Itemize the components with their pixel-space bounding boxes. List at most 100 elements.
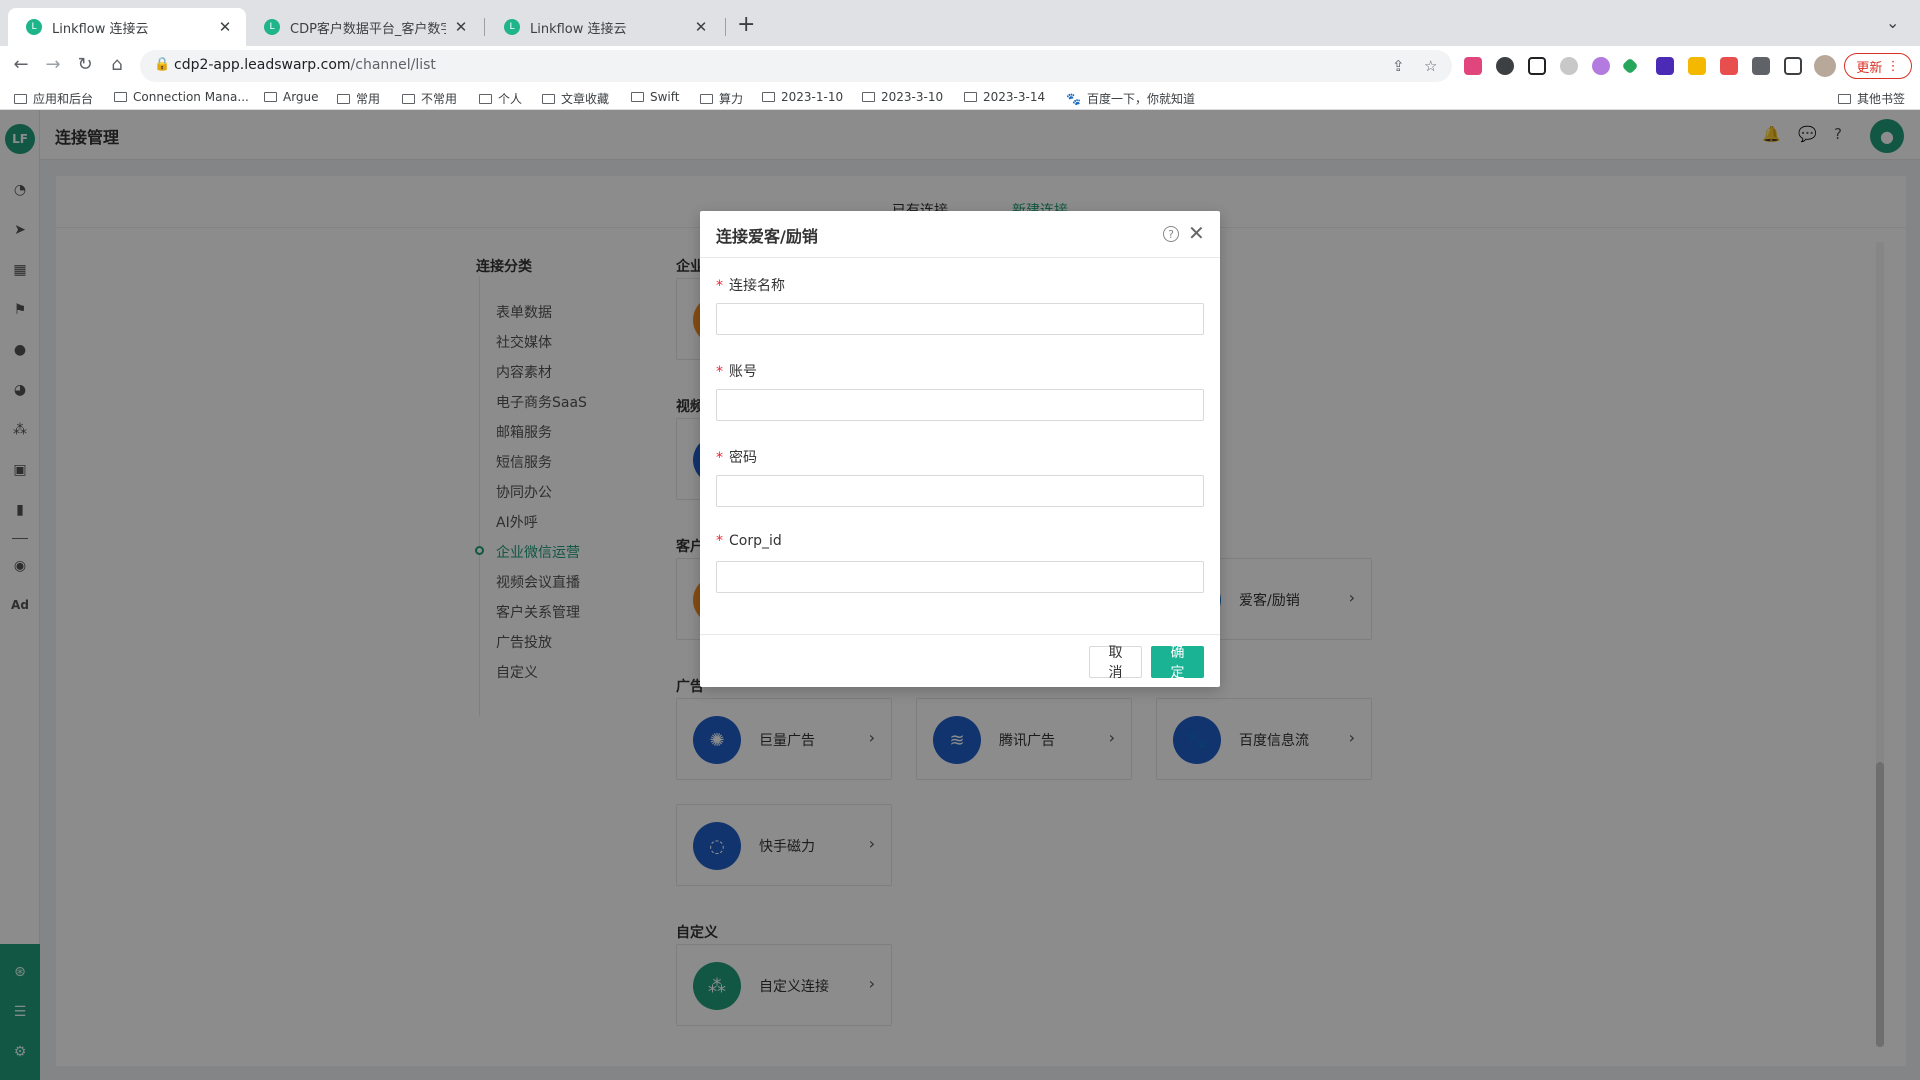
field-label-password: * 密码 <box>716 447 757 467</box>
back-arrow-icon[interactable]: ← <box>10 54 32 75</box>
cdp-favicon-icon: L <box>264 19 280 35</box>
extension-translate-icon[interactable] <box>1464 57 1482 75</box>
browser-toolbar: ← → ↻ ⌂ 🔒 cdp2-app.leadswarp.com/channel… <box>0 46 1920 86</box>
bookmark-folder[interactable]: 2023-3-14 <box>964 90 1045 104</box>
browser-tab-title: Linkflow 连接云 <box>530 21 627 37</box>
required-mark: * <box>716 450 723 466</box>
browser-tab-3[interactable]: L Linkflow 连接云 ✕ <box>486 8 722 46</box>
folder-icon <box>264 92 277 102</box>
linkflow-favicon-icon: L <box>26 19 42 35</box>
share-icon[interactable]: ⇪ <box>1392 57 1405 75</box>
folder-icon <box>337 93 350 104</box>
password-input[interactable] <box>716 475 1204 507</box>
new-tab-plus-icon[interactable]: + <box>737 12 755 37</box>
tab-separator <box>484 18 485 36</box>
reload-icon[interactable]: ↻ <box>74 54 96 75</box>
bookmarks-bar: 应用和后台 Connection Mana... Argue 常用 不常用 个人… <box>0 86 1920 110</box>
extension-spy-icon[interactable] <box>1496 57 1514 75</box>
connection-name-input[interactable] <box>716 303 1204 335</box>
extension-purple-icon[interactable] <box>1592 57 1610 75</box>
bookmark-link[interactable]: 🐾 百度一下，你就知道 <box>1066 90 1195 107</box>
browser-tab-2[interactable]: L CDP客户数据平台_客户数字化全 ✕ <box>246 8 482 46</box>
extension-yellow-icon[interactable] <box>1688 57 1706 75</box>
bookmark-folder[interactable]: 应用和后台 <box>14 90 93 107</box>
folder-icon <box>631 92 644 102</box>
bookmark-label: 不常用 <box>421 92 458 106</box>
dialog-footer: 取消 确定 <box>700 634 1220 687</box>
bookmark-star-icon[interactable]: ☆ <box>1424 57 1437 75</box>
bookmark-label: Connection Mana... <box>133 90 249 104</box>
bookmark-folder[interactable]: 文章收藏 <box>542 90 609 107</box>
browser-tab-1[interactable]: L Linkflow 连接云 ✕ <box>8 8 246 46</box>
browser-tab-title: CDP客户数据平台_客户数字化全 <box>290 21 446 37</box>
bookmark-label: 常用 <box>356 92 381 106</box>
bookmark-label: 文章收藏 <box>561 92 610 106</box>
close-icon[interactable]: ✕ <box>452 18 470 36</box>
cancel-button[interactable]: 取消 <box>1089 645 1142 681</box>
folder-icon <box>964 92 977 102</box>
extension-x-icon[interactable] <box>1528 57 1546 75</box>
bookmark-folder[interactable]: Swift <box>631 90 679 104</box>
folder-icon <box>542 93 555 104</box>
extension-wheel-icon[interactable] <box>1560 57 1578 75</box>
folder-icon <box>14 93 27 104</box>
account-input[interactable] <box>716 389 1204 421</box>
close-icon[interactable]: ✕ <box>216 18 234 36</box>
bookmark-label: 个人 <box>498 92 523 106</box>
field-label-account: * 账号 <box>716 361 757 381</box>
dialog-header: 连接爱客/励销 ? ✕ <box>700 211 1220 258</box>
bookmark-folder[interactable]: 不常用 <box>402 90 457 107</box>
bookmark-folder[interactable]: 常用 <box>337 90 380 107</box>
bookmark-folder[interactable]: 2023-3-10 <box>862 90 943 104</box>
extension-pen-icon[interactable] <box>1621 57 1639 75</box>
folder-icon <box>862 92 875 102</box>
folder-icon <box>402 93 415 104</box>
bookmark-label: 其他书签 <box>1857 92 1906 106</box>
confirm-button[interactable]: 确定 <box>1151 645 1204 681</box>
url-text: cdp2-app.leadswarp.com/channel/list <box>174 57 436 73</box>
extension-monitor-icon[interactable] <box>1720 57 1738 75</box>
browser-tabstrip: L Linkflow 连接云 ✕ L CDP客户数据平台_客户数字化全 ✕ L … <box>0 0 1920 46</box>
address-bar[interactable]: 🔒 cdp2-app.leadswarp.com/channel/list ⇪ … <box>140 50 1452 82</box>
home-icon[interactable]: ⌂ <box>106 54 128 75</box>
bookmark-folder[interactable]: Connection Mana... <box>114 90 249 104</box>
bookmark-label: 2023-3-10 <box>881 90 944 104</box>
tab-separator <box>725 18 726 36</box>
lock-icon: 🔒 <box>154 57 171 72</box>
field-label-text: 账号 <box>729 364 757 380</box>
bookmark-folder[interactable]: Argue <box>264 90 319 104</box>
other-bookmarks-folder[interactable]: 其他书签 <box>1838 90 1905 107</box>
bookmark-label: Swift <box>650 90 680 104</box>
bookmark-label: 百度一下，你就知道 <box>1086 92 1195 106</box>
field-label-text: 密码 <box>729 450 757 466</box>
extension-badge-icon[interactable] <box>1656 57 1674 75</box>
update-label: 更新 <box>1856 60 1883 76</box>
dialog-title: 连接爱客/励销 <box>716 227 818 246</box>
help-circle-icon[interactable]: ? <box>1163 226 1179 242</box>
close-icon[interactable]: ✕ <box>692 18 710 36</box>
field-label-text: 连接名称 <box>729 278 785 294</box>
side-panel-icon[interactable] <box>1784 57 1802 75</box>
field-label-connection-name: * 连接名称 <box>716 275 785 295</box>
browser-tab-title: Linkflow 连接云 <box>52 21 149 37</box>
bookmark-folder[interactable]: 个人 <box>479 90 522 107</box>
field-label-text: Corp_id <box>729 533 782 549</box>
extensions-puzzle-icon[interactable] <box>1752 57 1770 75</box>
connect-dialog: 连接爱客/励销 ? ✕ * 连接名称 * 账号 * 密码 * Corp_id 取消 确定 <box>700 211 1220 687</box>
forward-arrow-icon[interactable]: → <box>42 54 64 75</box>
required-mark: * <box>716 364 723 380</box>
corp-id-input[interactable] <box>716 561 1204 593</box>
folder-icon <box>114 92 127 102</box>
bookmark-folder[interactable]: 算力 <box>700 90 743 107</box>
url-path: /channel/list <box>350 57 436 73</box>
close-icon[interactable]: ✕ <box>1188 221 1205 245</box>
bookmark-folder[interactable]: 2023-1-10 <box>762 90 843 104</box>
tab-search-chevron-icon[interactable]: ⌄ <box>1886 13 1899 32</box>
update-button[interactable]: 更新 ⋮ <box>1844 53 1912 79</box>
profile-avatar[interactable] <box>1814 55 1836 77</box>
field-label-corp-id: * Corp_id <box>716 533 782 549</box>
folder-icon <box>762 92 775 102</box>
folder-icon <box>700 93 713 104</box>
folder-icon <box>1838 93 1851 104</box>
required-mark: * <box>716 533 723 549</box>
